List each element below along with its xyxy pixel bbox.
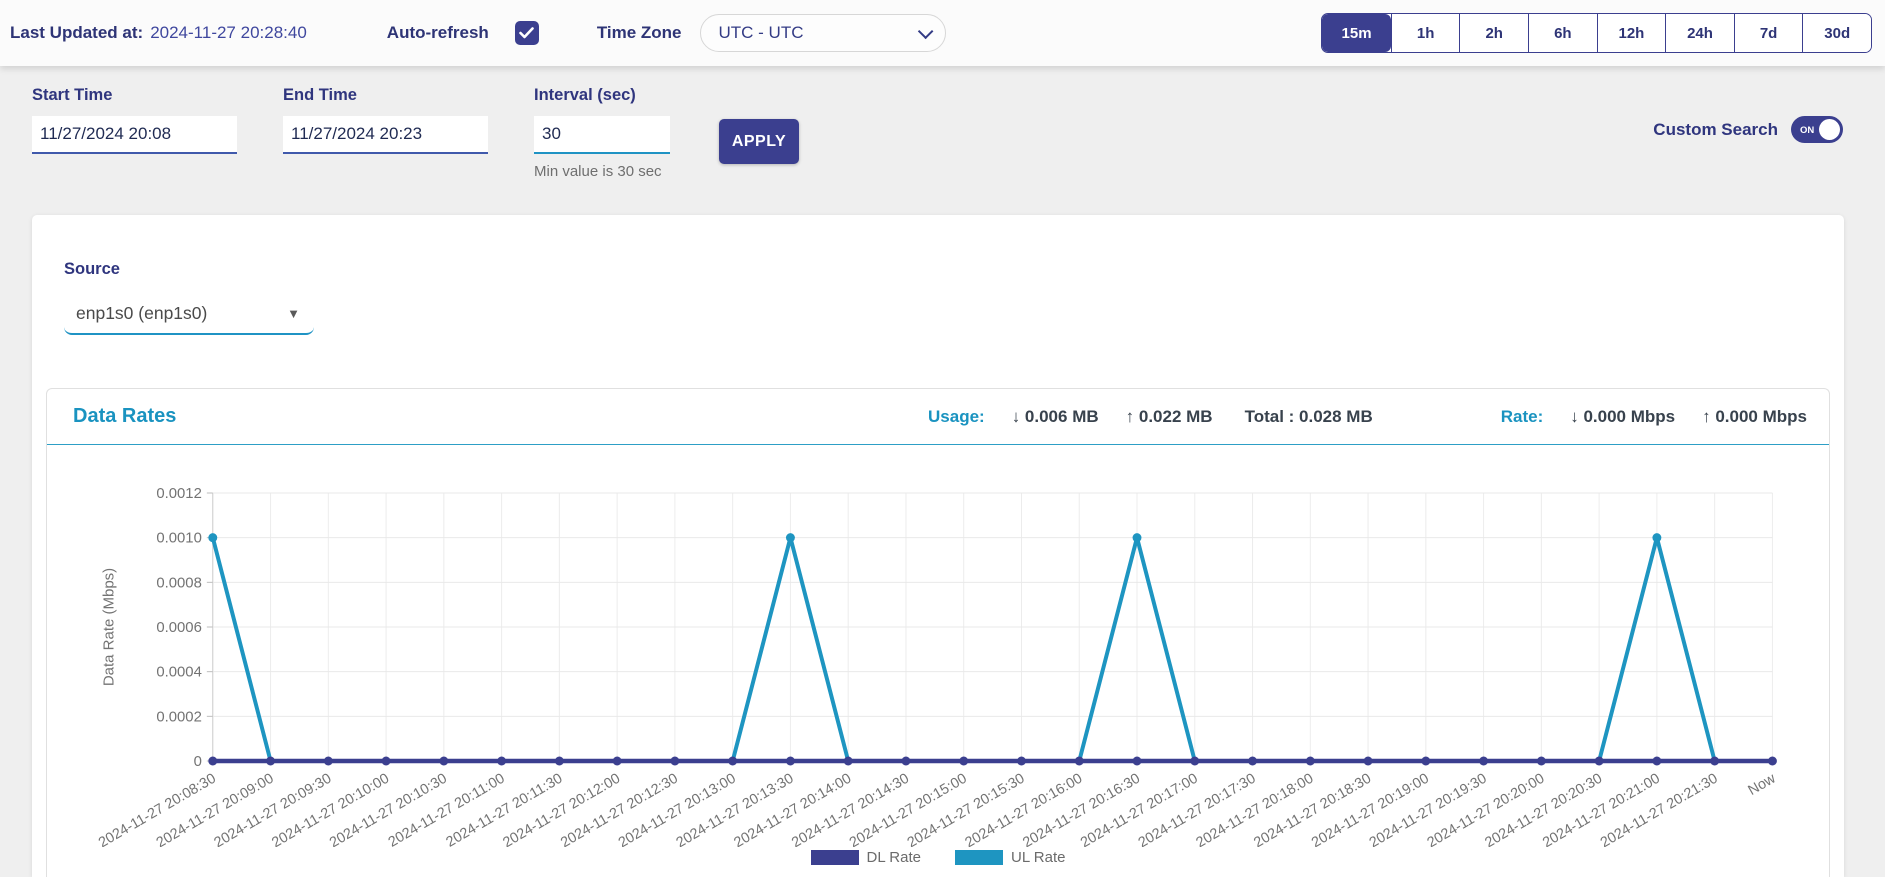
usage-total-value: Total : 0.028 MB [1245, 407, 1373, 427]
main-card: Source enp1s0 (enp1s0) ▼ Data Rates Usag… [32, 215, 1844, 877]
custom-search-toggle[interactable]: ON [1791, 116, 1843, 143]
time-range-button-group: 15m1h2h6h12h24h7d30d [1321, 13, 1872, 53]
start-time-label: Start Time [32, 86, 237, 105]
auto-refresh-group: Auto-refresh [387, 21, 539, 45]
range-button-15m[interactable]: 15m [1322, 14, 1391, 52]
timezone-value: UTC - UTC [719, 23, 804, 43]
rate-download-value: ↓ 0.000 Mbps [1570, 407, 1675, 427]
source-value: enp1s0 (enp1s0) [76, 303, 207, 324]
usage-download-value: ↓ 0.006 MB [1012, 407, 1099, 427]
range-button-1h[interactable]: 1h [1391, 14, 1460, 52]
last-updated-label: Last Updated at: [10, 23, 143, 43]
end-time-input[interactable] [283, 116, 488, 154]
apply-button[interactable]: APPLY [719, 119, 799, 164]
timezone-select[interactable]: UTC - UTC [700, 14, 946, 52]
svg-text:0.0012: 0.0012 [156, 485, 202, 502]
interval-hint: Min value is 30 sec [534, 163, 670, 180]
range-button-7d[interactable]: 7d [1734, 14, 1803, 52]
top-bar: Last Updated at: 2024-11-27 20:28:40 Aut… [0, 0, 1885, 66]
source-label: Source [64, 260, 1830, 279]
legend-swatch-icon [955, 850, 1003, 865]
legend-item-ul-rate[interactable]: UL Rate [955, 849, 1065, 866]
toggle-knob [1819, 119, 1840, 140]
svg-text:0.0010: 0.0010 [156, 530, 202, 547]
custom-search-group: Custom Search ON [1653, 116, 1843, 143]
legend-swatch-icon [811, 850, 859, 865]
start-time-field: Start Time [32, 86, 237, 154]
data-rates-line-chart: 0 0.0002 0.0004 0.0006 0.0008 0.0010 0.0012 Dat… [47, 445, 1829, 847]
source-block: Source enp1s0 (enp1s0) ▼ [46, 260, 1830, 335]
usage-upload-value: ↑ 0.022 MB [1126, 407, 1213, 427]
auto-refresh-checkbox[interactable] [515, 21, 539, 45]
timezone-label: Time Zone [597, 23, 682, 43]
interval-input[interactable] [534, 116, 670, 154]
source-select[interactable]: enp1s0 (enp1s0) ▼ [64, 294, 314, 335]
interval-field: Interval (sec) Min value is 30 sec [534, 86, 670, 180]
toggle-on-text: ON [1800, 125, 1814, 136]
data-rates-panel: Data Rates Usage: ↓ 0.006 MB ↑ 0.022 MB … [46, 388, 1830, 877]
chart-area: 0 0.0002 0.0004 0.0006 0.0008 0.0010 0.0012 Dat… [47, 445, 1829, 866]
legend-label: UL Rate [1011, 849, 1065, 866]
svg-text:0.0004: 0.0004 [156, 664, 202, 681]
svg-text:0.0002: 0.0002 [156, 708, 202, 725]
chevron-down-icon [917, 23, 933, 39]
legend-label: DL Rate [867, 849, 921, 866]
range-button-24h[interactable]: 24h [1665, 14, 1734, 52]
auto-refresh-label: Auto-refresh [387, 23, 489, 43]
svg-text:Data Rate (Mbps): Data Rate (Mbps) [101, 568, 118, 686]
svg-text:0: 0 [194, 753, 202, 770]
x-axis-label: Now [1745, 770, 1778, 799]
dropdown-triangle-icon: ▼ [287, 306, 300, 321]
end-time-field: End Time [283, 86, 488, 154]
usage-stats: Usage: ↓ 0.006 MB ↑ 0.022 MB Total : 0.0… [928, 407, 1373, 427]
range-button-2h[interactable]: 2h [1459, 14, 1528, 52]
range-button-30d[interactable]: 30d [1802, 14, 1871, 52]
custom-search-label: Custom Search [1653, 120, 1778, 140]
svg-text:0.0008: 0.0008 [156, 574, 202, 591]
filter-row: Start Time End Time Interval (sec) Min v… [0, 66, 1885, 215]
rate-label: Rate: [1501, 407, 1544, 427]
last-updated-value: 2024-11-27 20:28:40 [150, 23, 307, 43]
checkmark-icon [519, 27, 534, 39]
range-button-6h[interactable]: 6h [1528, 14, 1597, 52]
usage-label: Usage: [928, 407, 985, 427]
interval-label: Interval (sec) [534, 86, 670, 105]
legend-item-dl-rate[interactable]: DL Rate [811, 849, 921, 866]
rate-stats: Rate: ↓ 0.000 Mbps ↑ 0.000 Mbps [1501, 407, 1807, 427]
rate-upload-value: ↑ 0.000 Mbps [1702, 407, 1807, 427]
svg-text:0.0006: 0.0006 [156, 619, 202, 636]
chart-legend: DL Rate UL Rate [47, 849, 1829, 866]
start-time-input[interactable] [32, 116, 237, 154]
panel-header: Data Rates Usage: ↓ 0.006 MB ↑ 0.022 MB … [47, 389, 1829, 445]
panel-title: Data Rates [73, 405, 176, 428]
range-button-12h[interactable]: 12h [1597, 14, 1666, 52]
end-time-label: End Time [283, 86, 488, 105]
